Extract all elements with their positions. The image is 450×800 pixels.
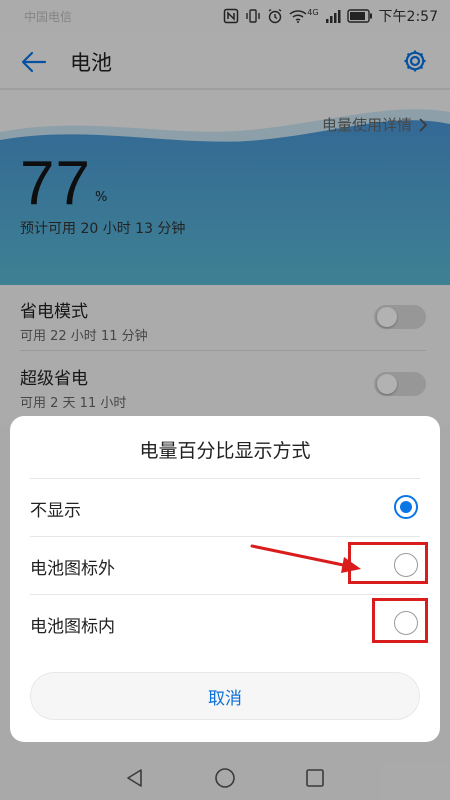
highlight-box-inside-icon	[372, 598, 428, 643]
option-hide-radio[interactable]	[394, 495, 418, 519]
option-divider	[30, 478, 420, 479]
cancel-button[interactable]: 取消	[30, 672, 420, 720]
option-hide[interactable]: 不显示	[10, 478, 440, 536]
dialog-title: 电量百分比显示方式	[139, 440, 311, 462]
option-outside-icon-label: 电池图标外	[30, 559, 115, 579]
option-divider	[30, 536, 420, 537]
option-divider	[30, 594, 420, 595]
option-hide-label: 不显示	[30, 501, 81, 521]
highlight-box-outside-icon	[348, 542, 428, 584]
option-inside-icon-label: 电池图标内	[30, 617, 115, 637]
